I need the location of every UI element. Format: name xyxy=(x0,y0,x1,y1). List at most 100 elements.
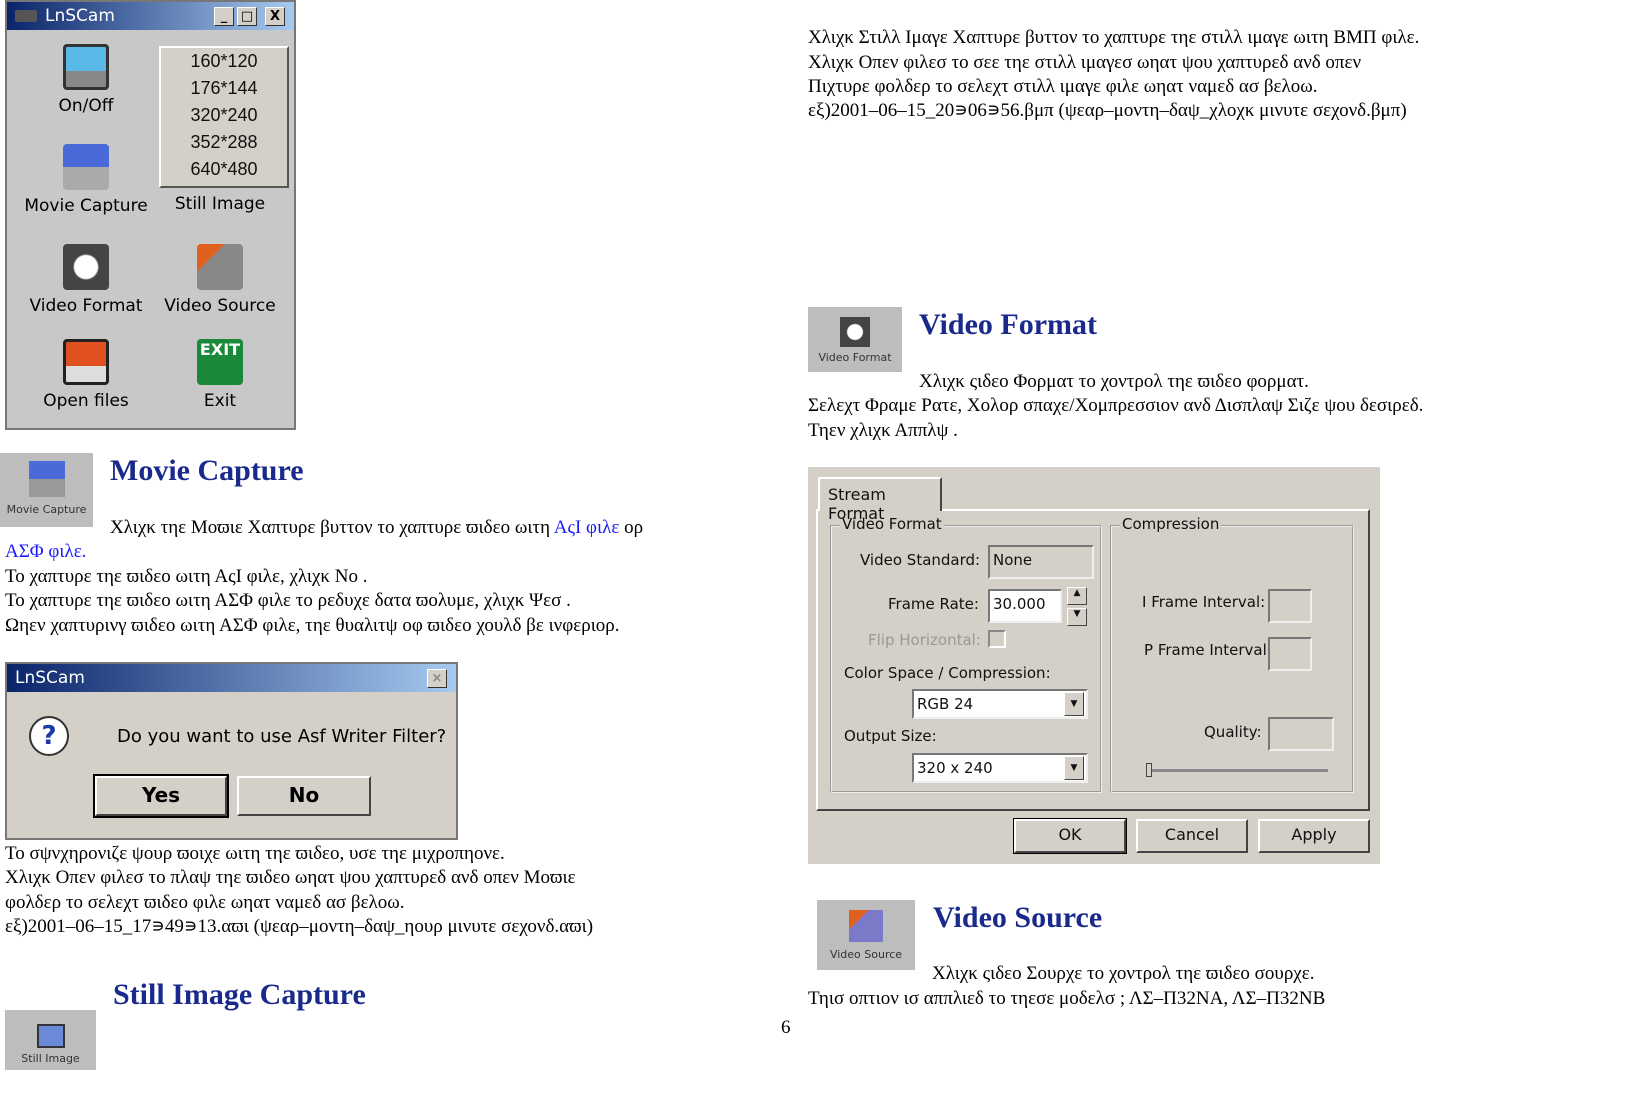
size-option[interactable]: 176*144 xyxy=(161,75,287,102)
label: Exit xyxy=(203,391,237,411)
icon-label: Video Source xyxy=(829,948,903,961)
movie-capture-icon: Movie Capture xyxy=(0,453,93,527)
frame-rate-label: Frame Rate: xyxy=(888,595,979,613)
video-source-button[interactable]: Video Source xyxy=(155,244,285,316)
dialog-title: LnSCam xyxy=(15,668,85,688)
on-off-button[interactable]: On/Off xyxy=(21,44,151,116)
camera-icon xyxy=(15,10,37,22)
paragraph: Χλιχκ Οπεν φιλεσ το πλαψ τηε ϖιδεο ωηατ … xyxy=(5,867,576,888)
quality-label: Quality: xyxy=(1204,723,1262,741)
color-space-dropdown[interactable]: ▼ xyxy=(1064,692,1084,716)
label: Open files xyxy=(43,391,129,411)
output-size-dropdown[interactable]: ▼ xyxy=(1064,756,1084,780)
label: Movie Capture xyxy=(24,196,148,216)
quality-input xyxy=(1268,717,1334,751)
avi-link[interactable]: ΑςΙ φιλε xyxy=(554,517,620,538)
frame-rate-down[interactable]: ▼ xyxy=(1067,608,1087,626)
screwdriver-monitor-icon xyxy=(197,244,243,290)
still-size-menu: 160*120 176*144 320*240 352*288 640*480 xyxy=(159,46,289,188)
paragraph: φολδερ το σελεχτ ϖιδεο φιλε ωηατ ναμεδ α… xyxy=(5,892,405,913)
no-button[interactable]: No xyxy=(237,776,371,816)
still-image-button[interactable]: Still Image xyxy=(155,194,285,214)
tab-label: Stream Format xyxy=(828,485,886,523)
paragraph: Χλιχκ ςιδεο Σουρχε το χοντρολ τηε ϖιδεο … xyxy=(932,963,1315,984)
paragraph: Σελεχτ Φραμε Ρατε, Χολορ σπαχε/Χομπρεσσι… xyxy=(808,395,1424,416)
minimize-button[interactable]: _ xyxy=(214,7,234,26)
video-standard-label: Video Standard: xyxy=(860,551,981,569)
exit-sign-icon: EXIT xyxy=(197,339,243,385)
size-option[interactable]: 320*240 xyxy=(161,102,287,129)
output-size-label: Output Size: xyxy=(844,727,937,745)
frame-rate-input[interactable]: 30.000 xyxy=(988,589,1062,623)
output-size-select[interactable]: 320 x 240 xyxy=(912,753,1088,783)
paragraph: Χλιχκ ςιδεο Φορματ το χοντρολ τηε ϖιδεο … xyxy=(919,371,1309,392)
cancel-button[interactable]: Cancel xyxy=(1136,819,1248,853)
exit-button[interactable]: EXIT Exit xyxy=(155,339,285,411)
question-icon: ? xyxy=(29,716,69,756)
dialog-question: Do you want to use Asf Writer Filter? xyxy=(117,726,447,747)
paragraph: Χλιχκ Οπεν φιλεσ το σεε τηε στιλλ ιμαγεσ… xyxy=(808,52,1362,73)
slider-thumb[interactable] xyxy=(1146,763,1152,777)
still-image-icon: Still Image xyxy=(5,1010,96,1070)
paragraph: Πιχτυρε φολδερ το σελεχτ στιλλ ιμαγε φιλ… xyxy=(808,76,1318,97)
movie-capture-heading: Movie Capture xyxy=(110,454,304,487)
text: ορ xyxy=(619,517,644,538)
selected-value: RGB 24 xyxy=(917,695,974,713)
ok-button[interactable]: OK xyxy=(1013,818,1127,854)
video-source-icon: Video Source xyxy=(817,900,915,970)
color-space-label: Color Space / Compression: xyxy=(844,664,1051,682)
size-option[interactable]: 640*480 xyxy=(161,156,287,183)
dialog-title-bar: LnSCam xyxy=(7,664,456,692)
paragraph: Τηεν χλιχκ Αππλψ . xyxy=(808,420,958,441)
close-button[interactable]: X xyxy=(265,7,285,26)
flip-horizontal-label: Flip Horizontal: xyxy=(868,631,981,649)
film-printer-icon xyxy=(63,144,109,190)
paragraph: Χλιχκ Στιλλ Ιμαγε Χαπτυρε βυττον το χαπτ… xyxy=(808,27,1420,48)
video-source-heading: Video Source xyxy=(933,901,1103,934)
flip-horizontal-checkbox[interactable] xyxy=(988,630,1006,648)
video-format-heading: Video Format xyxy=(919,308,1098,341)
frame-rate-up[interactable]: ▲ xyxy=(1067,587,1087,605)
asf-link[interactable]: ΑΣΦ φιλε. xyxy=(5,540,86,564)
icon-label: Still Image xyxy=(21,1052,80,1065)
size-option[interactable]: 160*120 xyxy=(161,48,287,75)
page-number: 6 xyxy=(781,1017,791,1038)
paragraph: εξ)2001–06–15_17∍49∍13.αϖι (ψεαρ–μοντη–δ… xyxy=(5,916,594,937)
maximize-button[interactable]: □ xyxy=(237,7,257,26)
dialog-close-button[interactable]: × xyxy=(427,669,447,688)
paragraph: Το χαπτυρε τηε ϖιδεο ωιτη ΑςΙ φιλε, χλιχ… xyxy=(5,566,368,587)
apply-button[interactable]: Apply xyxy=(1258,819,1370,853)
label: Video Format xyxy=(29,296,143,316)
group-label: Compression xyxy=(1120,515,1222,533)
paragraph: Το χαπτυρε τηε ϖιδεο ωιτη ΑΣΦ φιλε το ρε… xyxy=(5,590,571,611)
size-option[interactable]: 352*288 xyxy=(161,129,287,156)
paragraph: Χλιχκ τηε Μοϖιε Χαπτυρε βυττον το χαπτυρ… xyxy=(110,516,643,540)
still-image-heading: Still Image Capture xyxy=(113,978,366,1011)
film-monitor-icon xyxy=(63,339,109,385)
movie-capture-button[interactable]: Movie Capture xyxy=(21,144,151,216)
label: Video Source xyxy=(164,296,276,316)
yes-button[interactable]: Yes xyxy=(93,774,229,818)
paragraph: εξ)2001–06–15_20∍06∍56.βμπ (ψεαρ–μοντη–δ… xyxy=(808,100,1407,121)
i-frame-label: I Frame Interval: xyxy=(1142,593,1266,611)
video-format-button[interactable]: Video Format xyxy=(21,244,151,316)
paragraph: Ωηεν χαπτυρινγ ϖιδεο ωιτη ΑΣΦ φιλε, τηε … xyxy=(5,615,620,636)
color-space-select[interactable]: RGB 24 xyxy=(912,689,1088,719)
label: On/Off xyxy=(58,96,114,116)
tab-stream-format[interactable]: Stream Format xyxy=(818,477,942,523)
icon-label: Video Format xyxy=(818,351,892,364)
asf-dialog: LnSCam × ? Do you want to use Asf Writer… xyxy=(5,662,458,840)
label: Still Image xyxy=(174,194,266,214)
paragraph: Τηισ οπτιον ισ αππλιεδ το τηεσε μοδελσ ;… xyxy=(808,988,1326,1009)
compression-group: Compression xyxy=(1110,515,1354,793)
magnifier-monitor-icon xyxy=(63,244,109,290)
video-format-icon: Video Format xyxy=(808,307,902,372)
monitor-icon xyxy=(63,44,109,90)
selected-value: 320 x 240 xyxy=(917,759,993,777)
icon-label: Movie Capture xyxy=(6,503,87,516)
quality-slider[interactable] xyxy=(1148,769,1328,772)
lnscam-window: LnSCam _ □ X 160*120 176*144 320*240 352… xyxy=(5,0,296,430)
video-standard-field: None xyxy=(988,545,1094,579)
open-files-button[interactable]: Open files xyxy=(21,339,151,411)
i-frame-input xyxy=(1268,589,1312,623)
